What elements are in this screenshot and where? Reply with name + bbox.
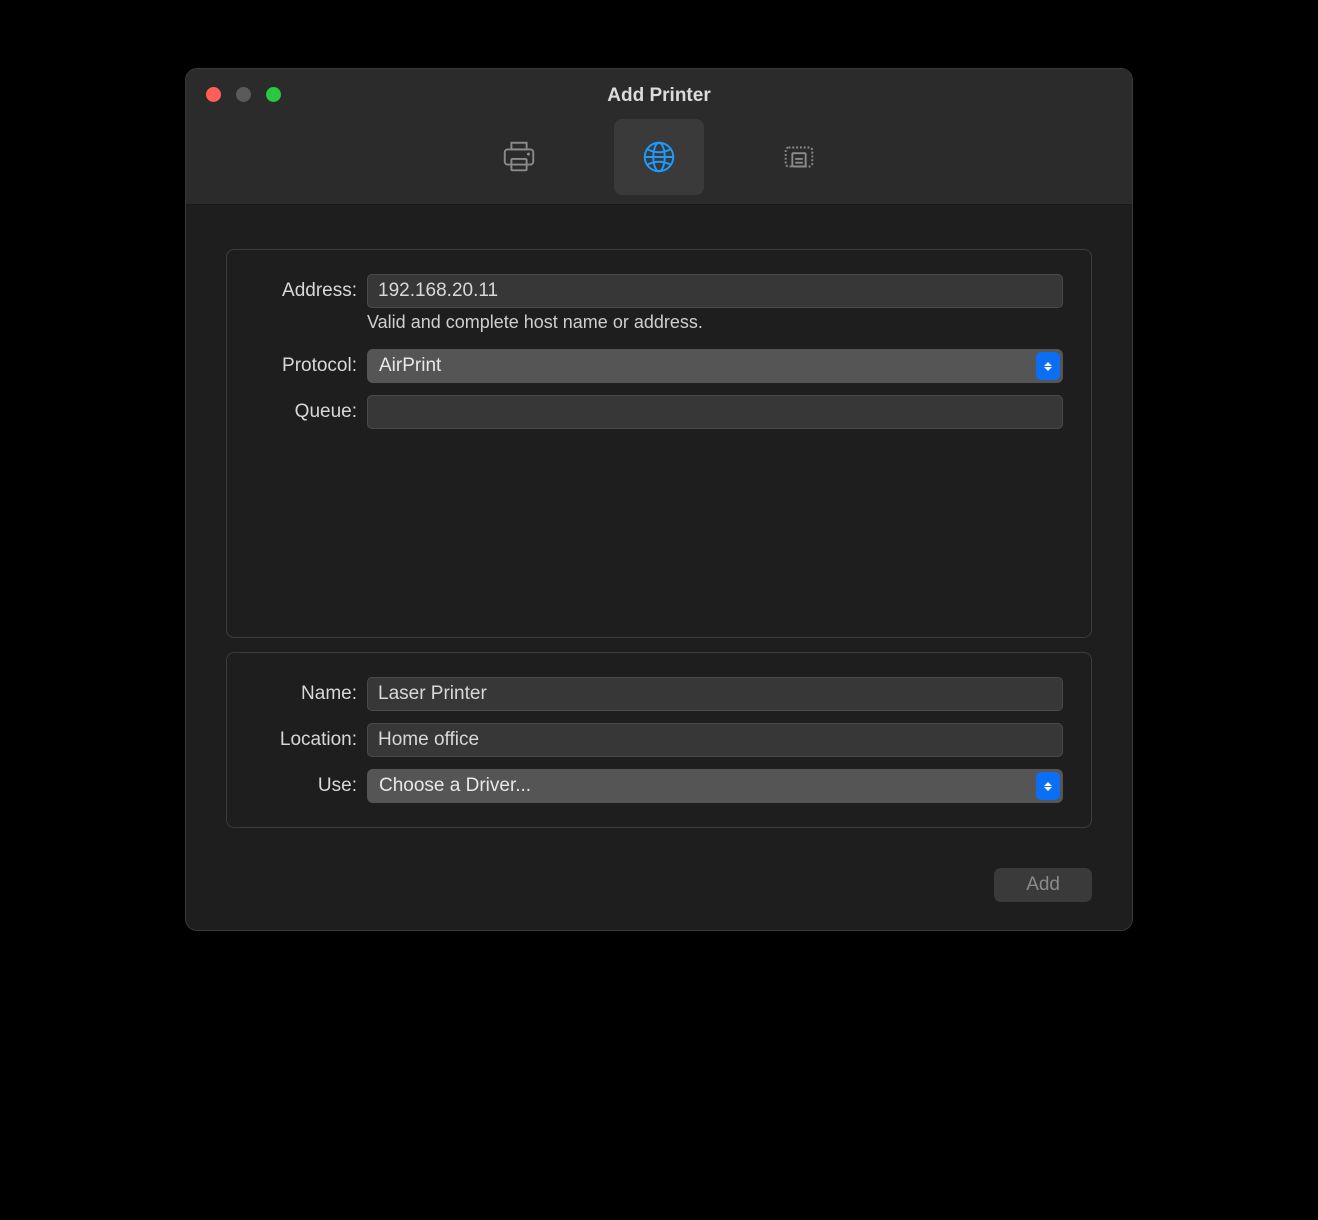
select-stepper-icon xyxy=(1036,772,1060,800)
default-tab[interactable] xyxy=(474,119,564,195)
advanced-tab[interactable] xyxy=(754,119,844,195)
address-label: Address: xyxy=(247,280,357,302)
globe-icon xyxy=(640,138,678,176)
footer: Add xyxy=(226,842,1092,902)
add-printer-window: Add Printer xyxy=(185,68,1133,931)
name-label: Name: xyxy=(247,683,357,705)
identity-panel: Name: Laser Printer Location: Home offic… xyxy=(226,652,1092,828)
content-area: Address: 192.168.20.11 Valid and complet… xyxy=(186,205,1132,930)
add-button[interactable]: Add xyxy=(994,868,1092,902)
windows-printer-icon xyxy=(780,138,818,176)
name-input[interactable]: Laser Printer xyxy=(367,677,1063,711)
connection-panel: Address: 192.168.20.11 Valid and complet… xyxy=(226,249,1092,638)
use-label: Use: xyxy=(247,775,357,797)
titlebar: Add Printer xyxy=(186,69,1132,205)
queue-label: Queue: xyxy=(247,401,357,423)
address-input[interactable]: 192.168.20.11 xyxy=(367,274,1063,308)
use-select[interactable]: Choose a Driver... xyxy=(367,769,1063,803)
ip-tab[interactable] xyxy=(614,119,704,195)
protocol-value: AirPrint xyxy=(379,355,441,377)
queue-input[interactable] xyxy=(367,395,1063,429)
printer-icon xyxy=(500,138,538,176)
protocol-select[interactable]: AirPrint xyxy=(367,349,1063,383)
address-hint: Valid and complete host name or address. xyxy=(367,312,1063,333)
location-input[interactable]: Home office xyxy=(367,723,1063,757)
toolbar xyxy=(186,119,1132,195)
use-value: Choose a Driver... xyxy=(379,775,531,797)
window-title: Add Printer xyxy=(186,85,1132,107)
location-label: Location: xyxy=(247,729,357,751)
select-stepper-icon xyxy=(1036,352,1060,380)
protocol-label: Protocol: xyxy=(247,355,357,377)
